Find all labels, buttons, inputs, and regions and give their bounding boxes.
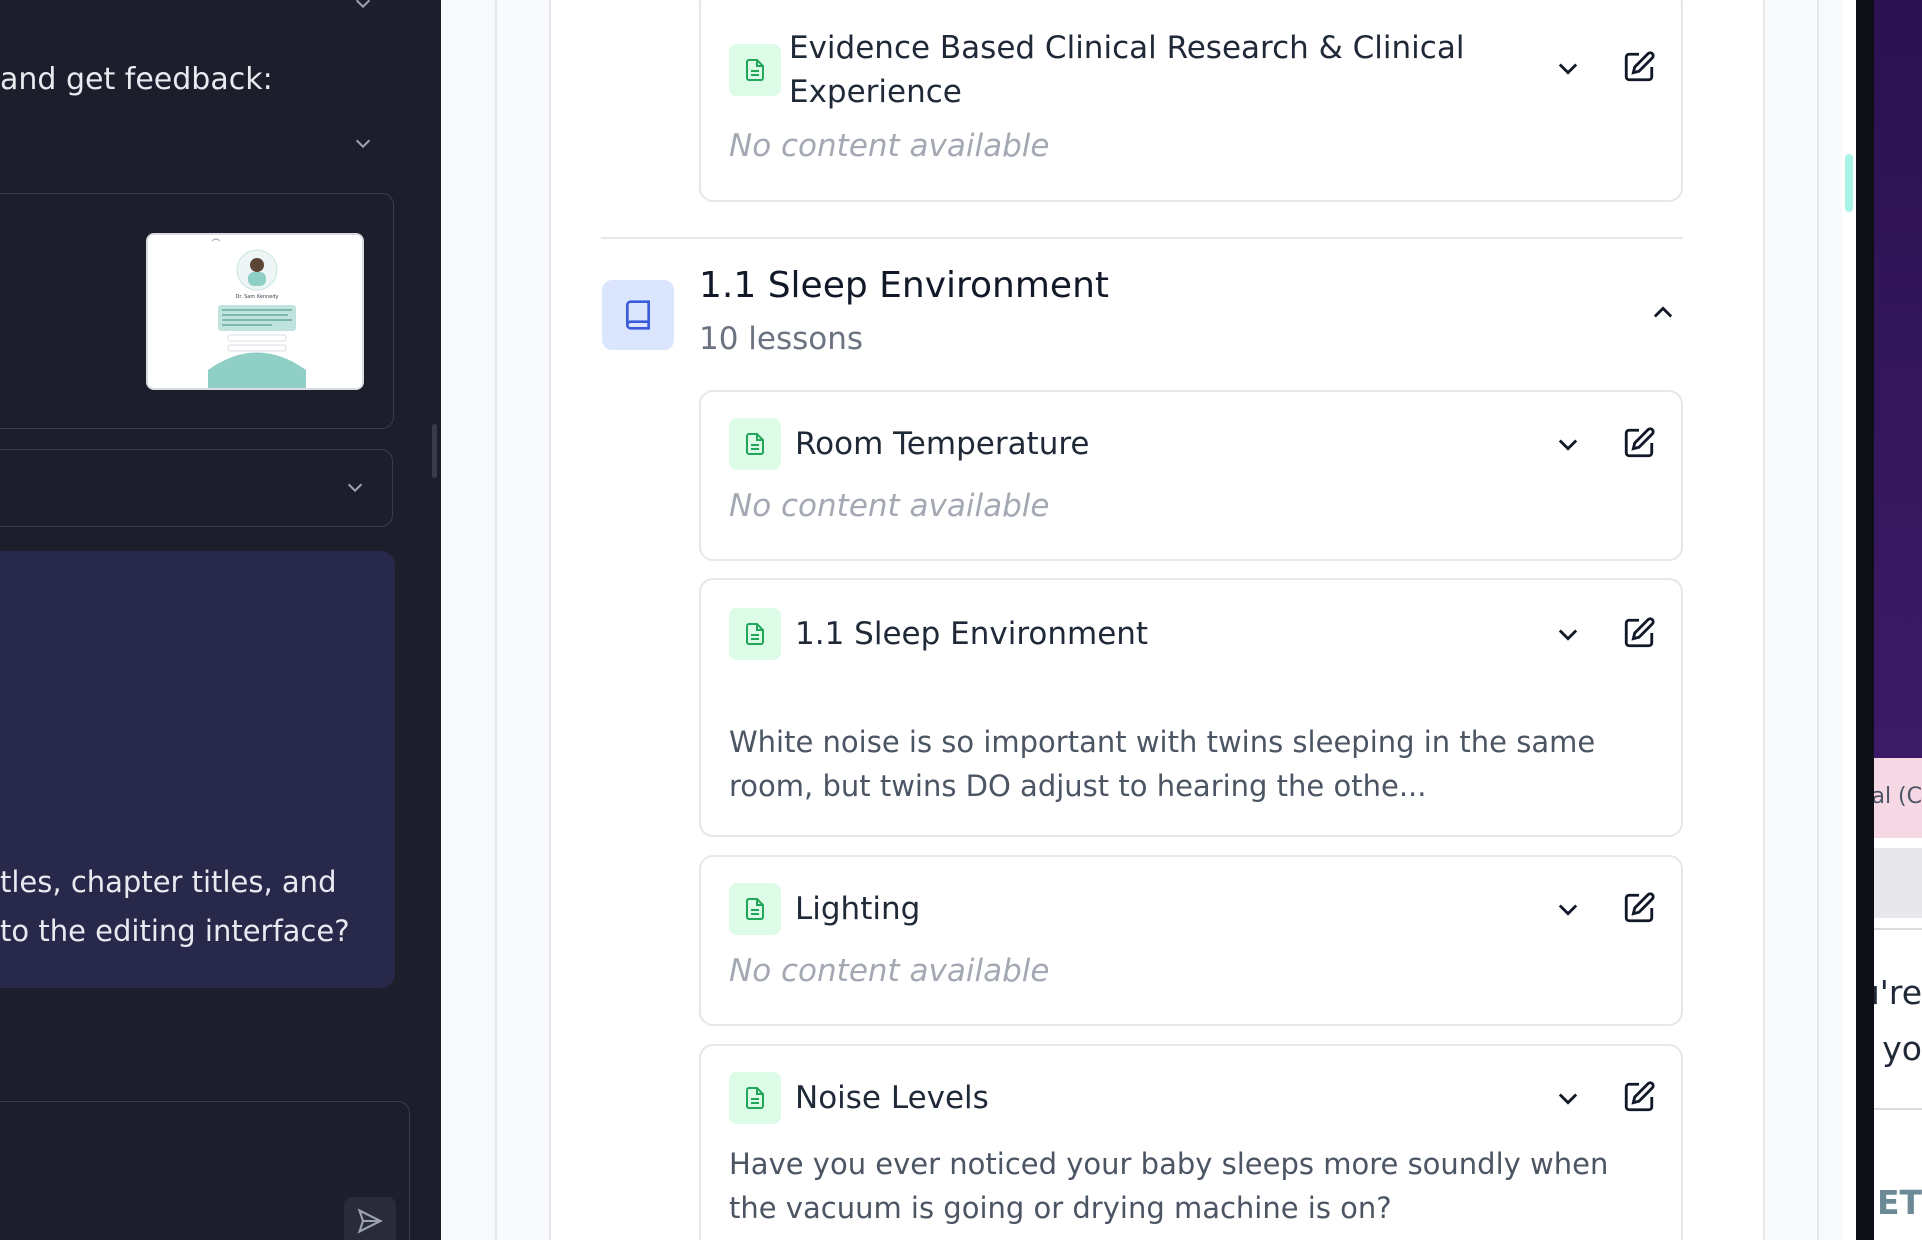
right-panel-text: yo bbox=[1882, 1029, 1922, 1068]
lesson-card[interactable]: Evidence Based Clinical Research & Clini… bbox=[699, 0, 1683, 202]
chevron-down-icon bbox=[1558, 63, 1578, 75]
edit-icon bbox=[1624, 617, 1655, 648]
right-panel-text: ET bbox=[1876, 1183, 1922, 1222]
edit-lesson-button[interactable] bbox=[1621, 1079, 1657, 1115]
expand-lesson-button[interactable] bbox=[1551, 892, 1585, 926]
divider bbox=[1874, 928, 1922, 930]
send-button[interactable] bbox=[344, 1197, 396, 1240]
chevron-up-icon bbox=[1653, 306, 1673, 318]
lesson-preview-text: Have you ever noticed your baby sleeps m… bbox=[729, 1142, 1669, 1230]
edit-icon bbox=[1624, 51, 1655, 82]
message-text-line: tles, chapter titles, and bbox=[0, 865, 337, 899]
lesson-title-line: Experience bbox=[789, 74, 962, 110]
lesson-empty-text: No content available bbox=[729, 953, 1050, 989]
lesson-card[interactable]: 1.1 Sleep Environment White noise is so … bbox=[699, 578, 1683, 837]
right-app-panel: ral (C u're yo ET bbox=[1874, 0, 1922, 1240]
lesson-preview-line: White noise is so important with twins s… bbox=[729, 725, 1596, 759]
scrollbar-thumb[interactable] bbox=[1845, 154, 1853, 212]
chevron-down-icon[interactable] bbox=[352, 132, 374, 154]
edit-lesson-button[interactable] bbox=[1621, 890, 1657, 926]
chevron-down-icon bbox=[1558, 629, 1578, 641]
document-icon bbox=[729, 1072, 781, 1124]
chevron-down-icon bbox=[1558, 904, 1578, 916]
lesson-preview-line: Have you ever noticed your baby sleeps m… bbox=[729, 1147, 1609, 1181]
divider bbox=[1874, 1108, 1922, 1110]
edit-icon bbox=[1624, 427, 1655, 458]
page-preview-image: Dr. Sam Kennedy bbox=[148, 235, 362, 388]
right-panel-text: u're bbox=[1874, 973, 1922, 1012]
lesson-title: Noise Levels bbox=[795, 1080, 989, 1116]
document-icon bbox=[729, 883, 781, 935]
lesson-empty-text: No content available bbox=[729, 488, 1050, 524]
course-outline-area: Evidence Based Clinical Research & Clini… bbox=[441, 0, 1856, 1240]
lesson-card[interactable]: Noise Levels Have you ever noticed your … bbox=[699, 1044, 1683, 1240]
edit-icon bbox=[1624, 892, 1655, 923]
preview-thumbnail[interactable]: Dr. Sam Kennedy bbox=[146, 233, 364, 390]
user-message-bubble: tles, chapter titles, and to the editing… bbox=[0, 551, 395, 988]
lesson-title: Room Temperature bbox=[795, 426, 1090, 462]
thumbnail-name: Dr. Sam Kennedy bbox=[236, 294, 279, 300]
dropdown-row[interactable] bbox=[0, 449, 393, 527]
lesson-title: Lighting bbox=[795, 891, 921, 927]
lesson-empty-text: No content available bbox=[729, 128, 1050, 164]
right-panel-tab[interactable]: ral (C bbox=[1874, 758, 1922, 838]
lesson-preview-line: the vacuum is going or drying machine is… bbox=[729, 1191, 1392, 1225]
chevron-down-icon bbox=[1558, 1093, 1578, 1105]
edit-lesson-button[interactable] bbox=[1621, 615, 1657, 651]
lesson-preview-text: White noise is so important with twins s… bbox=[729, 720, 1669, 808]
edit-lesson-button[interactable] bbox=[1621, 49, 1657, 85]
chevron-down-icon[interactable] bbox=[352, 0, 374, 14]
collapse-chapter-button[interactable] bbox=[1646, 296, 1680, 330]
right-tab-text: ral (C bbox=[1874, 784, 1922, 809]
lesson-count: 10 lessons bbox=[699, 321, 864, 357]
lesson-preview-line: room, but twins DO adjust to hearing the… bbox=[729, 769, 1427, 803]
chevron-down-icon bbox=[1558, 439, 1578, 451]
chapter-title: 1.1 Sleep Environment bbox=[699, 265, 1110, 306]
document-icon bbox=[729, 608, 781, 660]
lesson-card[interactable]: Lighting No content available bbox=[699, 855, 1683, 1026]
chat-panel: and get feedback: Dr. Sam Kennedy tles, … bbox=[0, 0, 441, 1240]
divider bbox=[601, 237, 1683, 239]
edit-icon bbox=[1624, 1081, 1655, 1112]
expand-lesson-button[interactable] bbox=[1551, 51, 1585, 85]
lesson-title: Evidence Based Clinical Research & Clini… bbox=[789, 26, 1464, 114]
lesson-card[interactable]: Room Temperature No content available bbox=[699, 390, 1683, 561]
document-icon bbox=[729, 418, 781, 470]
edit-lesson-button[interactable] bbox=[1621, 425, 1657, 461]
document-icon bbox=[729, 44, 781, 96]
window-divider bbox=[1856, 0, 1874, 1240]
right-panel-input[interactable] bbox=[1874, 848, 1922, 918]
book-icon bbox=[602, 280, 674, 350]
panel-resize-handle[interactable] bbox=[432, 424, 437, 478]
feedback-prompt-text: and get feedback: bbox=[0, 62, 273, 97]
expand-lesson-button[interactable] bbox=[1551, 617, 1585, 651]
expand-lesson-button[interactable] bbox=[1551, 1081, 1585, 1115]
lesson-title-line: Evidence Based Clinical Research & Clini… bbox=[789, 30, 1465, 66]
chevron-down-icon[interactable] bbox=[344, 476, 366, 498]
expand-lesson-button[interactable] bbox=[1551, 427, 1585, 461]
send-icon bbox=[357, 1208, 383, 1234]
lesson-title: 1.1 Sleep Environment bbox=[795, 616, 1149, 652]
message-text-line: to the editing interface? bbox=[0, 914, 350, 948]
